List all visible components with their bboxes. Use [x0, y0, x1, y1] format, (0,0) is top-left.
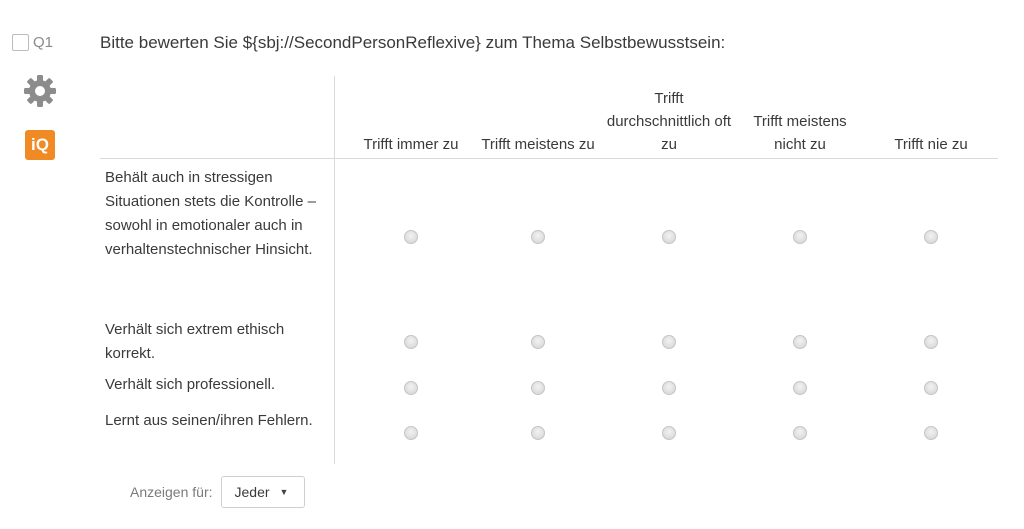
- show-for-dropdown[interactable]: Jeder ▼: [220, 476, 305, 508]
- rating-radio[interactable]: [404, 335, 418, 349]
- column-divider: [334, 76, 335, 464]
- rating-radio[interactable]: [531, 426, 545, 440]
- question-number: Q1: [33, 34, 54, 51]
- rating-radio[interactable]: [924, 426, 938, 440]
- column-header: Trifft durchschnittlich oft zu: [606, 90, 732, 153]
- rating-radio[interactable]: [793, 426, 807, 440]
- rating-radio[interactable]: [404, 230, 418, 244]
- rating-radio[interactable]: [404, 381, 418, 395]
- chevron-down-icon: ▼: [279, 487, 289, 497]
- statement-label: Behält auch in stressigen Situationen st…: [105, 169, 316, 258]
- rating-radio[interactable]: [924, 381, 938, 395]
- show-for-control: Anzeigen für: Jeder ▼: [130, 476, 305, 508]
- rating-radio[interactable]: [404, 426, 418, 440]
- rating-radio[interactable]: [662, 426, 676, 440]
- iq-icon[interactable]: iQ: [25, 130, 55, 160]
- rating-radio[interactable]: [531, 230, 545, 244]
- rating-radio[interactable]: [531, 381, 545, 395]
- statement-label: Verhält sich extrem ethisch korrekt.: [105, 321, 285, 362]
- question-select[interactable]: Q1: [12, 34, 53, 51]
- rating-radio[interactable]: [662, 230, 676, 244]
- matrix-table: Trifft immer zu Trifft meistens zu Trifft …: [100, 76, 998, 464]
- rating-radio[interactable]: [662, 335, 676, 349]
- column-header: Trifft immer zu: [363, 136, 459, 153]
- statement-label: Lernt aus seinen/ihren Fehlern.: [105, 412, 313, 429]
- rating-radio[interactable]: [924, 230, 938, 244]
- question-text: Bitte bewerten Sie ${sbj://SecondPersonR…: [100, 33, 726, 52]
- gear-icon[interactable]: [23, 74, 57, 108]
- rating-radio[interactable]: [924, 335, 938, 349]
- show-for-value: Jeder: [234, 484, 270, 500]
- column-header: Trifft meistens nicht zu: [753, 113, 847, 153]
- question-sidebar: Q1 iQ: [0, 0, 88, 529]
- question-checkbox[interactable]: [12, 34, 29, 51]
- header-divider: [100, 158, 998, 159]
- rating-radio[interactable]: [793, 230, 807, 244]
- show-for-label: Anzeigen für:: [130, 484, 213, 500]
- column-header: Trifft nie zu: [894, 136, 968, 153]
- rating-radio[interactable]: [662, 381, 676, 395]
- statement-label: Verhält sich professionell.: [105, 376, 276, 393]
- column-header: Trifft meistens zu: [481, 136, 595, 153]
- rating-radio[interactable]: [793, 335, 807, 349]
- rating-radio[interactable]: [793, 381, 807, 395]
- rating-radio[interactable]: [531, 335, 545, 349]
